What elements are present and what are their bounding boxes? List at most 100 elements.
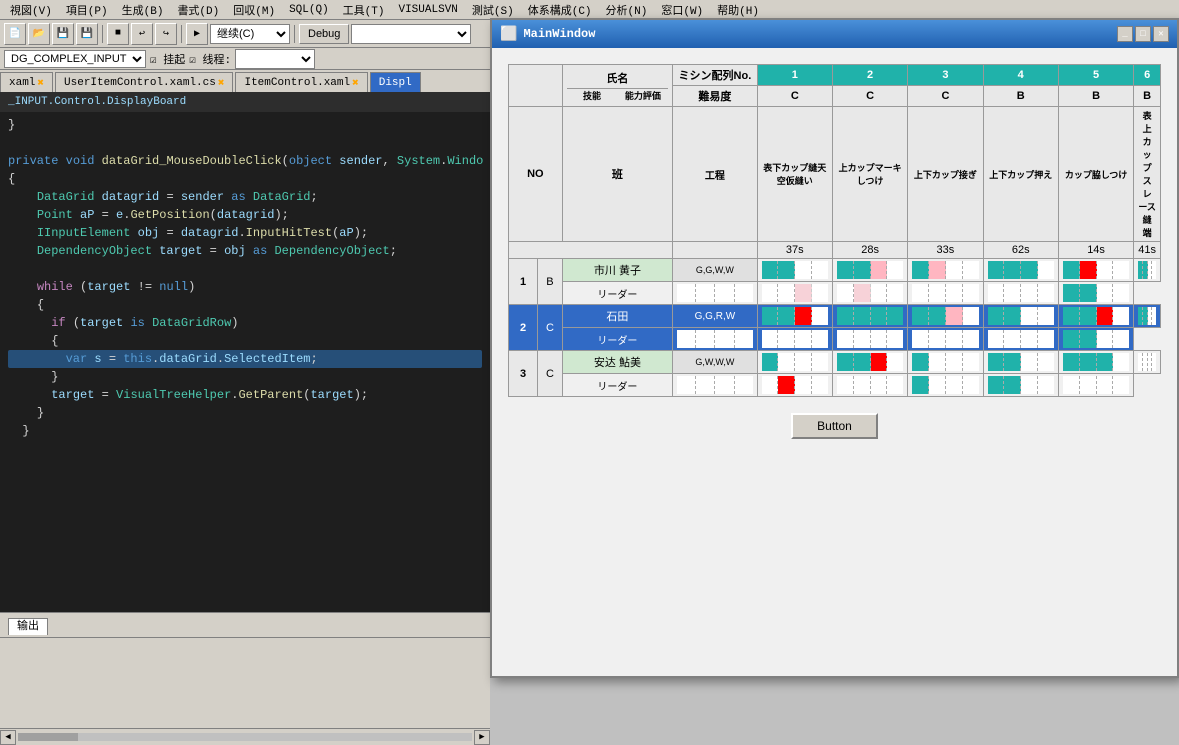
save-all-button[interactable]: 💾: [76, 23, 98, 45]
time-3: 62s: [983, 242, 1058, 259]
seg: [854, 307, 871, 325]
process-1: 上カップマーキしつけ: [832, 107, 907, 242]
time-0: 37s: [757, 242, 832, 259]
seg: [963, 307, 979, 325]
row2-leader: リーダー: [562, 328, 673, 351]
skill-label: 技能: [567, 89, 618, 102]
skill-bar-r2-1: [837, 307, 903, 325]
data-row-1-name[interactable]: 1 B 市川 黄子 G,G,W,W: [509, 259, 1161, 282]
seg: [795, 353, 812, 371]
stop-button[interactable]: ■: [107, 23, 129, 45]
continue-combo[interactable]: 继续(C): [210, 24, 290, 44]
seg: [735, 330, 753, 348]
main-window: ⬜ MainWindow _ □ ✕: [490, 18, 1179, 678]
breadcrumb: _INPUT.Control.DisplayBoard: [0, 92, 490, 112]
row1-leader-col5: [1058, 282, 1133, 305]
ide-scrollbar-horizontal[interactable]: ◀ ▶: [0, 728, 490, 745]
row1-ban: B: [538, 259, 562, 305]
data-row-2-leader[interactable]: リーダー: [509, 328, 1161, 351]
row2-leader-col2: [832, 328, 907, 351]
menu-bar: 視図(V) 項目(P) 生成(B) 書式(D) 回収(M) SQL(Q) 工具(…: [0, 0, 1179, 20]
menu-window[interactable]: 窓口(W): [655, 0, 709, 20]
skill-bar-2: [912, 261, 978, 279]
header-seqno-label: ミシン配列No.: [673, 65, 757, 86]
seg: [988, 261, 1005, 279]
menu-collect[interactable]: 回収(M): [227, 0, 281, 20]
open-button[interactable]: 📂: [28, 23, 50, 45]
menu-build[interactable]: 生成(B): [116, 0, 170, 20]
menu-project[interactable]: 項目(P): [60, 0, 114, 20]
menu-config[interactable]: 体系構成(C): [522, 0, 598, 20]
seg: [1038, 376, 1054, 394]
thread-selector[interactable]: [235, 49, 315, 69]
seg: [1038, 284, 1054, 302]
button-area: Button: [508, 413, 1161, 439]
tab-useritem[interactable]: UserItemControl.xaml.cs ✖: [55, 72, 233, 92]
seg: [1113, 307, 1129, 325]
scroll-right-btn[interactable]: ▶: [474, 730, 490, 745]
skill-bar-3: [988, 261, 1054, 279]
seg: [696, 330, 715, 348]
menu-test[interactable]: 測試(S): [466, 0, 520, 20]
minimize-button[interactable]: _: [1117, 26, 1133, 42]
row3-leader-col5: [1058, 374, 1133, 397]
seg: [929, 284, 946, 302]
seg: [812, 307, 828, 325]
data-row-1-leader[interactable]: リーダー: [509, 282, 1161, 305]
skill-bar-r2-2: [912, 307, 978, 325]
config-combo[interactable]: [351, 24, 471, 44]
menu-format[interactable]: 書式(D): [171, 0, 225, 20]
tab-itemcontrol-label: ItemControl.xaml: [244, 77, 350, 89]
redo-button[interactable]: ↪: [155, 23, 177, 45]
save-button[interactable]: 💾: [52, 23, 74, 45]
menu-help[interactable]: 帮助(H): [711, 0, 765, 20]
main-button[interactable]: Button: [791, 413, 878, 439]
seg: [912, 330, 929, 348]
undo-button[interactable]: ↩: [131, 23, 153, 45]
seg: [735, 284, 753, 302]
header-col2: 2: [832, 65, 907, 86]
seg: [1021, 307, 1038, 325]
seg: [762, 284, 779, 302]
seg: [812, 353, 828, 371]
project-selector[interactable]: DG_COMPLEX_INPUT: [4, 50, 146, 68]
code-editor[interactable]: _INPUT.Control.DisplayBoard } private vo…: [0, 92, 490, 612]
seg: [795, 307, 812, 325]
debug-button[interactable]: Debug: [299, 24, 349, 44]
tab-itemcontrol[interactable]: ItemControl.xaml ✖: [235, 72, 367, 92]
scrollbar-thumb[interactable]: [18, 733, 78, 741]
seg: [762, 330, 779, 348]
seg: [1021, 284, 1038, 302]
seg: [1113, 284, 1129, 302]
tab-itemcontrol-modified: ✖: [352, 76, 359, 90]
tab-display[interactable]: Displ: [370, 72, 421, 92]
menu-analysis[interactable]: 分析(N): [600, 0, 654, 20]
scroll-left-btn[interactable]: ◀: [0, 730, 16, 745]
new-file-button[interactable]: 📄: [4, 23, 26, 45]
data-row-3-name[interactable]: 3 C 安达 鮎美 G,W,W,W: [509, 351, 1161, 374]
menu-visualsvn[interactable]: VISUALSVN: [392, 2, 463, 18]
data-row-3-leader[interactable]: リーダー: [509, 374, 1161, 397]
play-button[interactable]: ▶: [186, 23, 208, 45]
row3-skill-3: [983, 351, 1058, 374]
menu-tools[interactable]: 工具(T): [337, 0, 391, 20]
seg: [963, 261, 979, 279]
seg: [795, 330, 812, 348]
data-row-2-name[interactable]: 2 C 石田 G,G,R,W: [509, 305, 1161, 328]
maximize-button[interactable]: □: [1135, 26, 1151, 42]
seg: [735, 376, 753, 394]
seg: [837, 353, 854, 371]
code-line: [8, 260, 482, 278]
menu-sql[interactable]: SQL(Q): [283, 2, 335, 18]
menu-view[interactable]: 視図(V): [4, 0, 58, 20]
row3-skill-label: G,W,W,W: [673, 351, 757, 374]
scrollbar-track[interactable]: [18, 733, 472, 741]
close-button[interactable]: ✕: [1153, 26, 1169, 42]
seg: [854, 376, 871, 394]
row1-leader-col2: [832, 282, 907, 305]
code-line: if (target is DataGridRow): [8, 314, 482, 332]
name-header: 氏名: [567, 70, 669, 86]
tab-xaml[interactable]: xaml ✖: [0, 72, 53, 92]
row2-leader-col5: [1058, 328, 1133, 351]
output-tab[interactable]: 输出: [8, 618, 48, 635]
